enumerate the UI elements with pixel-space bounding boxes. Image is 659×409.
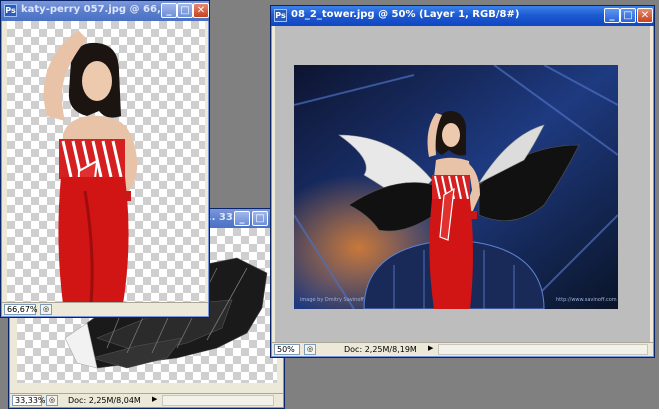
maximize-button[interactable]: □ xyxy=(177,3,193,18)
image-credit-right: http://www.savinoff.com xyxy=(556,297,617,303)
close-button[interactable]: ✕ xyxy=(193,3,209,18)
tower-document-window[interactable]: Ps 08_2_tower.jpg @ 50% (Layer 1, RGB/8#… xyxy=(270,5,655,358)
katy-zoom-field[interactable]: 66,67% xyxy=(4,304,38,315)
wings-statusbar: 33,33% ◎ Doc: 2,25M/8,04M ▶ xyxy=(10,393,283,407)
tower-window-title: 08_2_tower.jpg @ 50% (Layer 1, RGB/8#) xyxy=(291,9,520,20)
katy-window-titlebar[interactable]: Ps katy-perry 057.jpg @ 66,7% (Lay... _ … xyxy=(1,1,209,21)
tower-pasteboard[interactable]: image by Dmitry Savinoff http://www.savi… xyxy=(275,26,650,344)
tower-composite-image: image by Dmitry Savinoff http://www.savi… xyxy=(294,65,618,309)
maximize-button[interactable]: □ xyxy=(620,8,636,23)
katy-window-title: katy-perry 057.jpg @ 66,7% (Lay... xyxy=(21,4,161,15)
photoshop-icon: Ps xyxy=(274,9,287,22)
minimize-button[interactable]: _ xyxy=(604,8,620,23)
tower-window-titlebar[interactable]: Ps 08_2_tower.jpg @ 50% (Layer 1, RGB/8#… xyxy=(271,6,654,26)
tower-doc-size: Doc: 2,25M/8,19M xyxy=(344,345,417,354)
close-button[interactable]: ✕ xyxy=(637,8,653,23)
status-menu-arrow-icon[interactable]: ▶ xyxy=(428,344,433,352)
image-credit-left: image by Dmitry Savinoff xyxy=(300,297,364,303)
tower-horizontal-scrollbar[interactable] xyxy=(438,344,648,355)
katy-canvas[interactable] xyxy=(7,21,205,304)
tower-statusbar: 50% ◎ Doc: 2,25M/8,19M ▶ xyxy=(272,342,653,356)
katy-document-window[interactable]: Ps katy-perry 057.jpg @ 66,7% (Lay... _ … xyxy=(0,0,210,318)
maximize-button[interactable]: □ xyxy=(252,211,268,226)
navigator-icon[interactable]: ◎ xyxy=(40,304,52,315)
katy-cutout-image xyxy=(43,31,138,304)
minimize-button[interactable]: _ xyxy=(234,211,250,226)
navigator-icon[interactable]: ◎ xyxy=(46,395,58,406)
katy-statusbar: 66,67% ◎ xyxy=(2,302,208,316)
wings-doc-size: Doc: 2,25M/8,04M xyxy=(68,396,141,405)
wings-zoom-field[interactable]: 33,33% xyxy=(12,395,46,406)
photoshop-icon: Ps xyxy=(4,4,17,17)
tower-zoom-field[interactable]: 50% xyxy=(274,344,300,355)
wings-horizontal-scrollbar[interactable] xyxy=(162,395,274,406)
status-menu-arrow-icon[interactable]: ▶ xyxy=(152,395,157,403)
navigator-icon[interactable]: ◎ xyxy=(304,344,316,355)
minimize-button[interactable]: _ xyxy=(161,3,177,18)
